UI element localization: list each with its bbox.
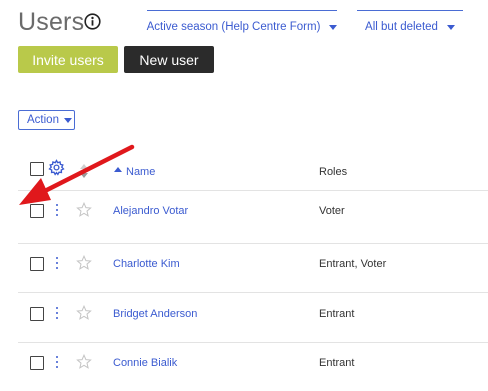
column-header-roles: Roles [319, 166, 348, 178]
row-divider [18, 342, 488, 343]
star-icon[interactable] [76, 255, 92, 271]
action-label: Action [27, 114, 59, 126]
user-roles: Entrant, Voter [319, 258, 387, 270]
kebab-icon[interactable] [55, 307, 61, 321]
sort-ascending-icon[interactable] [113, 166, 123, 176]
info-icon[interactable] [84, 13, 101, 30]
row-checkbox[interactable] [30, 307, 44, 321]
row-divider [18, 243, 488, 244]
row-checkbox[interactable] [30, 204, 44, 218]
star-icon[interactable] [76, 202, 92, 218]
kebab-icon[interactable] [55, 356, 61, 370]
chevron-down-icon [63, 117, 72, 123]
row-checkbox[interactable] [30, 257, 44, 271]
invite-users-button[interactable]: Invite users [18, 46, 118, 73]
user-roles: Voter [319, 205, 345, 217]
action-dropdown-button[interactable]: Action [18, 110, 75, 130]
chevron-down-icon [329, 25, 338, 30]
season-filter-dropdown[interactable]: Active season (Help Centre Form) [146, 10, 338, 33]
season-filter-label: Active season (Help Centre Form) [146, 21, 321, 33]
row-checkbox[interactable] [30, 356, 44, 370]
star-icon[interactable] [76, 354, 92, 370]
user-roles: Entrant [319, 308, 355, 320]
select-all-checkbox[interactable] [30, 162, 44, 176]
row-divider [18, 292, 488, 293]
user-name-link[interactable]: Charlotte Kim [113, 258, 180, 270]
kebab-icon[interactable] [55, 257, 61, 271]
status-filter-label: All but deleted [365, 21, 438, 33]
kebab-icon[interactable] [55, 204, 61, 218]
status-filter-dropdown[interactable]: All but deleted [357, 10, 463, 33]
header-divider [18, 190, 488, 191]
star-icon[interactable] [76, 305, 92, 321]
user-roles: Entrant [319, 357, 355, 369]
user-name-link[interactable]: Alejandro Votar [113, 205, 188, 217]
gear-icon[interactable] [48, 159, 65, 176]
chevron-down-icon [446, 25, 455, 30]
sort-icon[interactable] [80, 164, 88, 178]
column-header-name[interactable]: Name [126, 166, 155, 178]
user-name-link[interactable]: Bridget Anderson [113, 308, 197, 320]
user-name-link[interactable]: Connie Bialik [113, 357, 177, 369]
new-user-button[interactable]: New user [124, 46, 214, 73]
page-title: Users [18, 8, 85, 36]
